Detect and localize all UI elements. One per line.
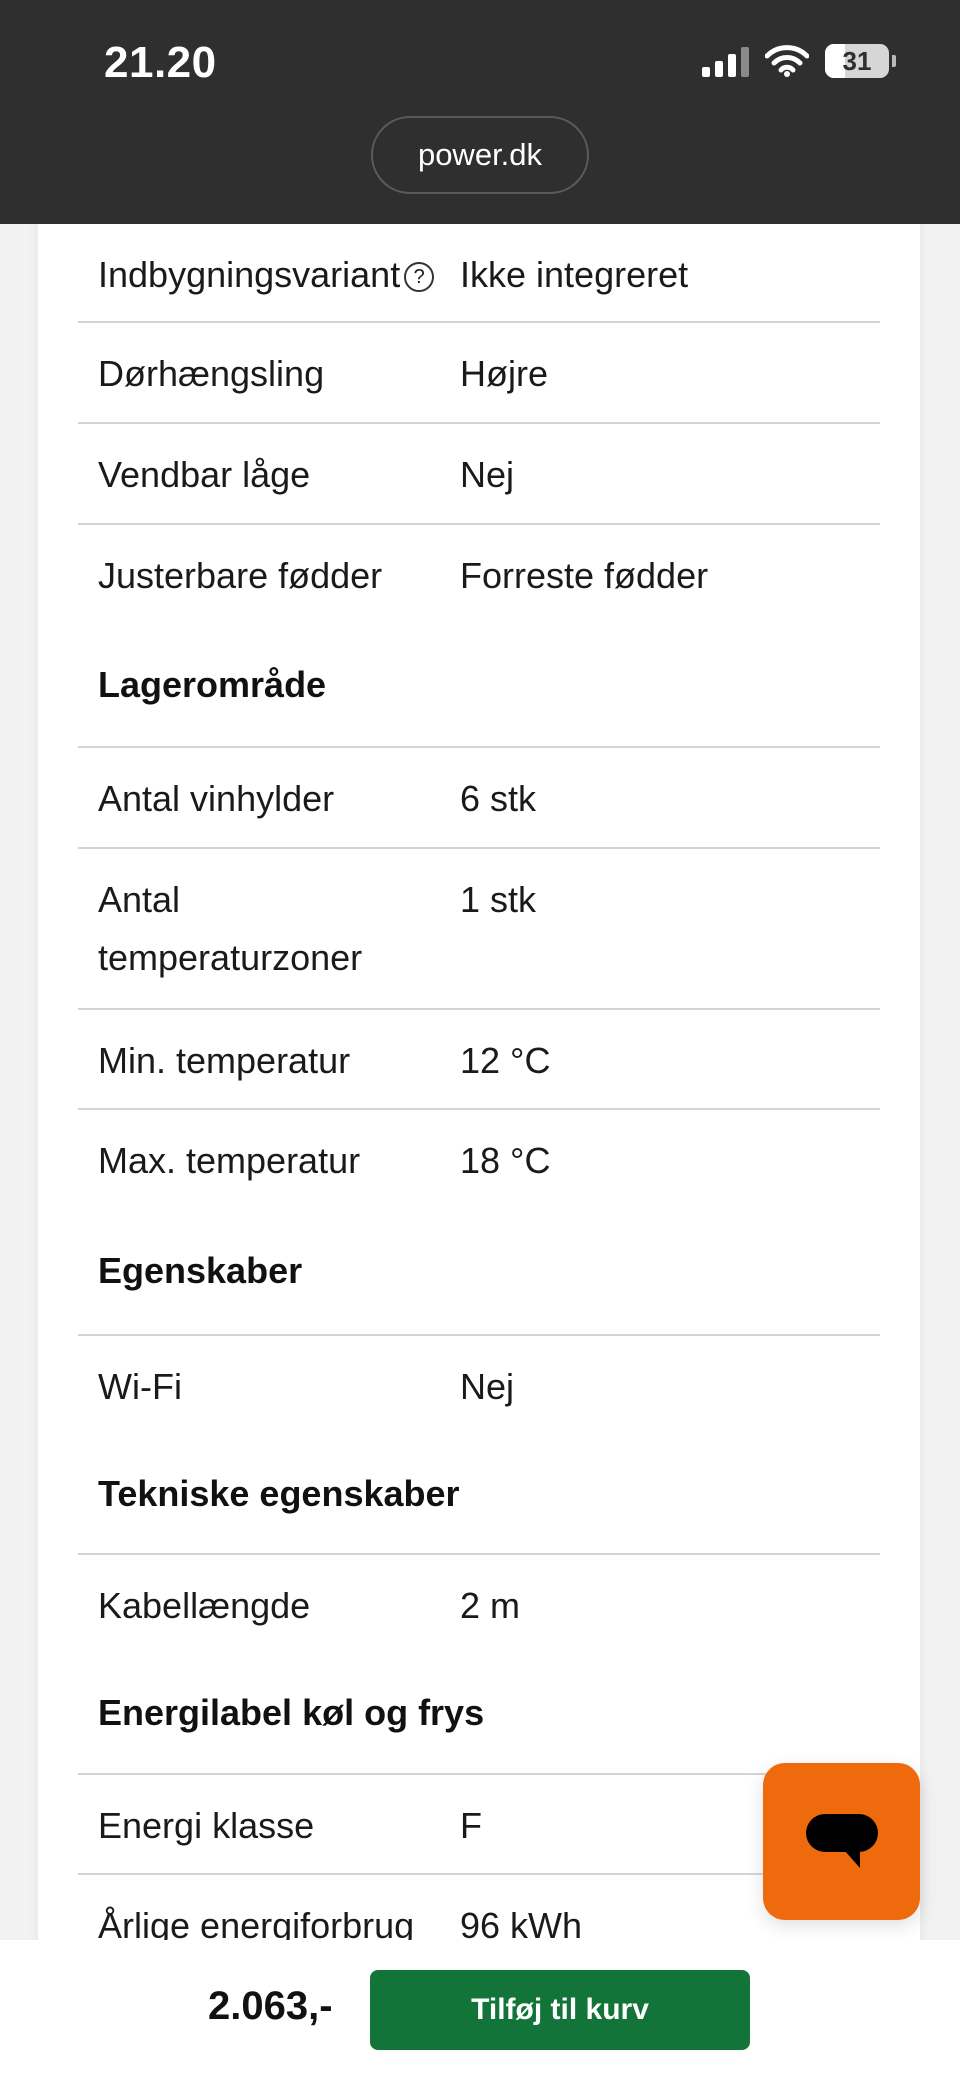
spec-label: Justerbare fødder	[98, 555, 383, 596]
section-heading-storage: Lagerområde	[78, 621, 880, 748]
battery-icon: 31	[825, 44, 896, 78]
spec-label: Antal	[98, 879, 181, 920]
spec-list: Indbygningsvariant? Ikke integreret Dørh…	[78, 224, 880, 1965]
signal-icon	[702, 45, 749, 77]
spec-value: Ikke integreret	[460, 254, 689, 295]
status-time: 21.20	[104, 38, 217, 87]
spec-label: Kabellængde	[98, 1585, 311, 1626]
section-heading-technical: Tekniske egenskaber	[78, 1432, 880, 1555]
spec-row-wifi: Wi-Fi Nej	[78, 1336, 880, 1432]
spec-row-min-temp: Min. temperatur 12 °C	[78, 1010, 880, 1110]
product-price: 2.063,-	[208, 1984, 333, 2028]
help-icon[interactable]: ?	[404, 262, 435, 292]
spec-row-hinge: Dørhængsling Højre	[78, 323, 880, 424]
spec-row-reversible: Vendbar låge Nej	[78, 424, 880, 525]
spec-row-shelves: Antal vinhylder 6 stk	[78, 748, 880, 849]
spec-value: Nej	[460, 454, 515, 495]
spec-row-zones: Antal temperaturzoner 1 stk	[78, 849, 880, 1010]
spec-label: Energi klasse	[98, 1805, 315, 1846]
url-bar[interactable]: power.dk	[371, 116, 589, 194]
spec-value: Højre	[460, 353, 548, 394]
status-icons: 31	[702, 44, 896, 78]
spec-row-max-temp: Max. temperatur 18 °C	[78, 1110, 880, 1206]
chat-bubble-icon	[805, 1813, 878, 1868]
spec-row-cable: Kabellængde 2 m	[78, 1555, 880, 1651]
add-to-cart-button[interactable]: Tilføj til kurv	[370, 1970, 750, 2050]
battery-level: 31	[842, 45, 872, 76]
status-bar: 21.20 31 power.dk	[0, 0, 960, 224]
spec-row-energy-class: Energi klasse F	[78, 1775, 880, 1875]
spec-row-mounting: Indbygningsvariant? Ikke integreret	[78, 224, 880, 323]
cart-bar: 2.063,- Tilføj til kurv	[0, 1940, 960, 2078]
spec-value: F	[460, 1805, 482, 1846]
spec-label: Min. temperatur	[98, 1040, 351, 1081]
spec-value: 18 °C	[460, 1140, 551, 1181]
section-heading-features: Egenskaber	[78, 1206, 880, 1336]
spec-label: Vendbar låge	[98, 454, 311, 495]
spec-value: 12 °C	[460, 1040, 551, 1081]
spec-value: 2 m	[460, 1585, 521, 1626]
spec-label: Max. temperatur	[98, 1140, 361, 1181]
spec-row-feet: Justerbare fødder Forreste fødder	[78, 525, 880, 621]
spec-label: Antal vinhylder	[98, 778, 335, 819]
spec-value: Forreste fødder	[460, 555, 709, 596]
spec-label: Wi-Fi	[98, 1366, 182, 1407]
spec-label: Dørhængsling	[98, 353, 325, 394]
spec-value: 6 stk	[460, 778, 537, 819]
wifi-icon	[765, 45, 809, 77]
spec-label: temperaturzoner	[98, 937, 363, 978]
spec-label: Indbygningsvariant	[98, 254, 401, 295]
spec-value: Nej	[460, 1366, 515, 1407]
chat-button[interactable]	[763, 1763, 920, 1920]
spec-value: 1 stk	[460, 879, 537, 920]
section-heading-energy: Energilabel køl og frys	[78, 1651, 880, 1775]
